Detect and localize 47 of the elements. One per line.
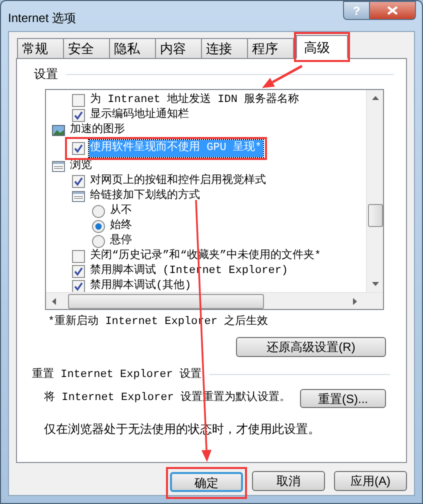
scroll-up-icon[interactable]	[372, 96, 378, 100]
radio-button[interactable]	[92, 205, 105, 218]
checkbox[interactable]	[72, 109, 85, 122]
window-title: Internet 选项	[8, 10, 76, 27]
section-label: 重置 Internet Explorer 设置	[32, 367, 202, 382]
window-icon[interactable]	[52, 160, 65, 173]
tab[interactable]: 连接	[201, 38, 248, 58]
scroll-thumb[interactable]	[368, 204, 382, 227]
scroll-down-icon[interactable]	[372, 282, 378, 286]
radio-button[interactable]	[92, 220, 105, 233]
tab[interactable]: 高级	[296, 35, 348, 59]
section-label: 设置	[34, 66, 58, 83]
reset-button[interactable]: 重置(S)...	[300, 389, 386, 408]
dialog-button[interactable]: 确定	[170, 472, 243, 492]
close-icon	[387, 6, 398, 15]
arrow	[262, 64, 303, 88]
checkbox[interactable]	[72, 250, 85, 263]
highlight-frame	[294, 32, 350, 62]
scroll-left-icon[interactable]	[52, 298, 56, 304]
option-label[interactable]: 悬停	[109, 233, 133, 250]
option-label[interactable]: 对网页上的按钮和控件启用视觉样式	[89, 173, 267, 190]
option-label[interactable]: 始终	[109, 218, 133, 235]
option-label[interactable]: 为 Intranet 地址发送 IDN 服务器名称	[89, 92, 300, 109]
restore-advanced-button[interactable]: 还原高级设置(R)	[236, 336, 386, 356]
category-label[interactable]: 加速的图形	[69, 122, 126, 139]
radio-button[interactable]	[92, 235, 105, 248]
scroll-right-icon[interactable]	[353, 298, 357, 304]
dialog-button[interactable]: 应用(A)	[334, 471, 407, 491]
tab[interactable]: 安全	[63, 38, 110, 58]
option-label[interactable]: 显示编码地址通知栏	[89, 107, 190, 124]
dialog-button[interactable]: 取消	[252, 471, 325, 491]
checkbox[interactable]	[72, 175, 85, 188]
option-label[interactable]: 禁用脚本调试(其他)	[89, 278, 192, 292]
tab[interactable]: 程序	[247, 38, 294, 58]
tab[interactable]: 内容	[155, 38, 202, 58]
close-button[interactable]	[370, 1, 416, 20]
window-icon[interactable]	[72, 190, 85, 203]
tab[interactable]: 常规	[17, 38, 64, 58]
image-icon[interactable]	[52, 124, 65, 137]
checkbox[interactable]	[72, 94, 85, 107]
checkbox[interactable]	[72, 265, 85, 278]
checkbox[interactable]	[72, 280, 85, 292]
category-label[interactable]: 给链接加下划线的方式	[89, 188, 201, 205]
tab[interactable]: 隐私	[109, 38, 156, 58]
checkbox[interactable]	[72, 142, 85, 155]
option-label[interactable]: 从不	[109, 203, 133, 220]
scroll-thumb[interactable]	[68, 294, 264, 308]
